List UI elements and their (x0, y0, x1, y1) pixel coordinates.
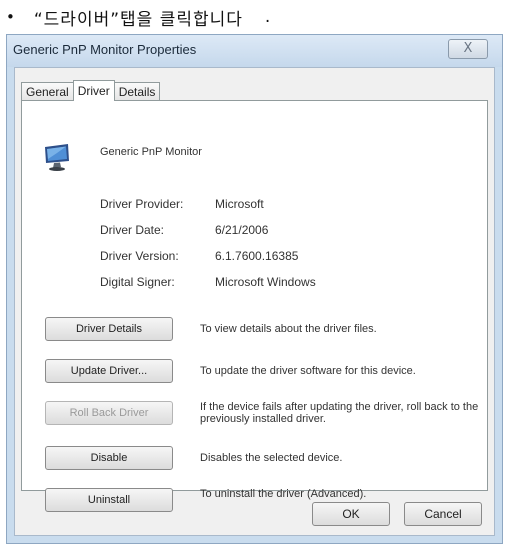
close-button[interactable]: X (448, 39, 488, 59)
bullet: • (6, 8, 16, 26)
tab-driver[interactable]: Driver (72, 80, 115, 101)
device-name: Generic PnP Monitor (100, 146, 202, 158)
close-icon: X (463, 41, 473, 56)
driver-tab-panel: Generic PnP Monitor Driver Provider: Mic… (21, 100, 488, 512)
monitor-icon (45, 144, 69, 171)
instruction-trail: . (264, 7, 272, 27)
digital-signer-label: Digital Signer: (100, 275, 175, 289)
driver-details-button[interactable]: Driver Details (45, 317, 173, 341)
driver-version-label: Driver Version: (100, 249, 179, 263)
update-driver-desc: To update the driver software for this d… (200, 365, 416, 377)
instruction-text: “드라이버”탭을 클릭합니다 (33, 9, 243, 30)
disable-button[interactable]: Disable (45, 446, 173, 470)
uninstall-button[interactable]: Uninstall (45, 488, 173, 512)
ok-button[interactable]: OK (312, 502, 390, 526)
digital-signer-value: Microsoft Windows (215, 275, 316, 289)
properties-dialog: Generic PnP Monitor Properties X General… (6, 34, 503, 544)
roll-back-driver-desc: If the device fails after updating the d… (200, 401, 479, 425)
roll-back-driver-button[interactable]: Roll Back Driver (45, 401, 173, 425)
driver-date-label: Driver Date: (100, 223, 165, 237)
cancel-button[interactable]: Cancel (404, 502, 482, 526)
update-driver-button[interactable]: Update Driver... (45, 359, 173, 383)
dialog-title: Generic PnP Monitor Properties (13, 42, 197, 57)
driver-provider-value: Microsoft (215, 197, 264, 211)
driver-version-value: 6.1.7600.16385 (215, 249, 299, 263)
uninstall-desc: To uninstall the driver (Advanced). (200, 488, 367, 500)
tab-general[interactable]: General (21, 82, 74, 101)
disable-desc: Disables the selected device. (200, 452, 343, 464)
driver-provider-label: Driver Provider: (100, 197, 184, 211)
tab-details[interactable]: Details (113, 82, 161, 101)
title-bar: Generic PnP Monitor Properties X (7, 35, 502, 67)
dialog-body: General Driver Details Generic PnP Monit… (14, 67, 495, 536)
driver-date-value: 6/21/2006 (215, 223, 269, 237)
tab-strip: General Driver Details (21, 80, 161, 101)
instruction-caption: • “드라이버”탭을 클릭합니다 . (6, 4, 271, 30)
driver-details-desc: To view details about the driver files. (200, 323, 377, 335)
